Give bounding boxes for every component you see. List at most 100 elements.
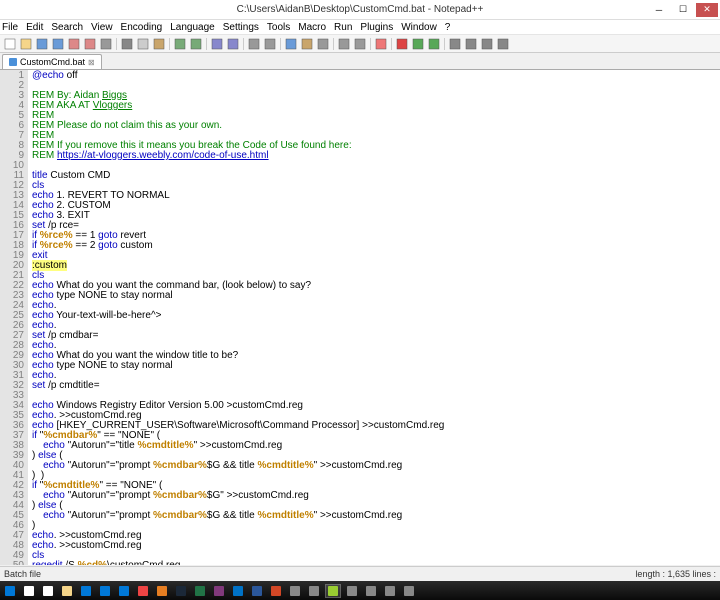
taskbar-excel-icon[interactable] bbox=[192, 584, 208, 598]
toolbar bbox=[0, 35, 720, 53]
replace-icon[interactable] bbox=[226, 37, 240, 51]
taskbar-firefox-icon[interactable] bbox=[154, 584, 170, 598]
taskbar-app1-icon[interactable] bbox=[287, 584, 303, 598]
code-area[interactable]: @echo off REM By: Aidan BiggsREM AKA AT V… bbox=[28, 70, 720, 565]
play-multi-icon[interactable] bbox=[427, 37, 441, 51]
menu-plugins[interactable]: Plugins bbox=[360, 22, 393, 33]
close-all-icon[interactable] bbox=[83, 37, 97, 51]
undo-icon[interactable] bbox=[173, 37, 187, 51]
new-icon[interactable] bbox=[3, 37, 17, 51]
cut-icon[interactable] bbox=[120, 37, 134, 51]
indent-icon[interactable] bbox=[316, 37, 330, 51]
menu-encoding[interactable]: Encoding bbox=[121, 22, 163, 33]
taskbar-outlook-icon[interactable] bbox=[230, 584, 246, 598]
code-line[interactable]: echo type NONE to stay normal bbox=[32, 361, 720, 371]
save-all-icon[interactable] bbox=[51, 37, 65, 51]
menu-language[interactable]: Language bbox=[170, 22, 215, 33]
wrap-icon[interactable] bbox=[284, 37, 298, 51]
document-tab[interactable]: CustomCmd.bat ⊠ bbox=[2, 54, 102, 69]
code-line[interactable]: @echo off bbox=[32, 71, 720, 81]
macro3-icon[interactable] bbox=[480, 37, 494, 51]
close-icon[interactable] bbox=[67, 37, 81, 51]
rec-icon[interactable] bbox=[395, 37, 409, 51]
taskbar-edge-icon[interactable] bbox=[97, 584, 113, 598]
macro2-icon[interactable] bbox=[464, 37, 478, 51]
open-icon[interactable] bbox=[19, 37, 33, 51]
fold-icon[interactable] bbox=[337, 37, 351, 51]
taskbar-task-view-icon[interactable] bbox=[40, 584, 56, 598]
unfold-icon[interactable] bbox=[353, 37, 367, 51]
code-line[interactable]: echo 1. REVERT TO NORMAL bbox=[32, 191, 720, 201]
code-line[interactable]: REM Please do not claim this as your own… bbox=[32, 121, 720, 131]
menu-run[interactable]: Run bbox=[334, 22, 352, 33]
code-line[interactable]: echo 2. CUSTOM bbox=[32, 201, 720, 211]
copy-icon[interactable] bbox=[136, 37, 150, 51]
zoom-out-icon[interactable] bbox=[263, 37, 277, 51]
taskbar-npp-icon[interactable] bbox=[325, 584, 341, 598]
paste-icon[interactable] bbox=[152, 37, 166, 51]
code-line[interactable]: echo "Autorun"="prompt %cmdbar%$G && tit… bbox=[32, 461, 720, 471]
code-line[interactable]: exit bbox=[32, 251, 720, 261]
taskbar-steam-icon[interactable] bbox=[173, 584, 189, 598]
menu-window[interactable]: Window bbox=[401, 22, 437, 33]
editor-area: 1234567891011121314151617181920212223242… bbox=[0, 70, 720, 565]
code-line[interactable]: echo Your-text-will-be-here^> bbox=[32, 311, 720, 321]
taskbar-start-icon[interactable] bbox=[2, 584, 18, 598]
tab-close-icon[interactable]: ⊠ bbox=[88, 58, 95, 67]
minimize-button[interactable]: ─ bbox=[648, 3, 670, 17]
show-all-icon[interactable] bbox=[300, 37, 314, 51]
taskbar-app5-icon[interactable] bbox=[382, 584, 398, 598]
hide-icon[interactable] bbox=[374, 37, 388, 51]
menu-view[interactable]: View bbox=[91, 22, 113, 33]
macro4-icon[interactable] bbox=[496, 37, 510, 51]
taskbar-chrome-icon[interactable] bbox=[135, 584, 151, 598]
status-language: Batch file bbox=[4, 569, 41, 579]
code-line[interactable]: echo. >>customCmd.reg bbox=[32, 541, 720, 551]
menu-edit[interactable]: Edit bbox=[26, 22, 43, 33]
taskbar-search-icon[interactable] bbox=[21, 584, 37, 598]
code-line[interactable]: regedit /S %cd%\customCmd.reg bbox=[32, 561, 720, 565]
code-line[interactable]: REM https://at-vloggers.weebly.com/code-… bbox=[32, 151, 720, 161]
code-line[interactable]: :custom bbox=[32, 261, 720, 271]
save-icon[interactable] bbox=[35, 37, 49, 51]
code-line[interactable] bbox=[32, 161, 720, 171]
menu-help[interactable]: ? bbox=[445, 22, 451, 33]
taskbar-mail-icon[interactable] bbox=[116, 584, 132, 598]
code-line[interactable]: set /p cmdbar= bbox=[32, 331, 720, 341]
code-line[interactable]: echo "Autorun"="title %cmdtitle%" >>cust… bbox=[32, 441, 720, 451]
code-line[interactable] bbox=[32, 81, 720, 91]
menu-settings[interactable]: Settings bbox=[223, 22, 259, 33]
taskbar-onenote-icon[interactable] bbox=[211, 584, 227, 598]
taskbar-app6-icon[interactable] bbox=[401, 584, 417, 598]
code-line[interactable]: echo "Autorun"="prompt %cmdbar%$G && tit… bbox=[32, 511, 720, 521]
code-line[interactable]: REM AKA AT Vloggers bbox=[32, 101, 720, 111]
code-line[interactable]: echo. bbox=[32, 321, 720, 331]
taskbar-app4-icon[interactable] bbox=[363, 584, 379, 598]
taskbar-explorer-icon[interactable] bbox=[59, 584, 75, 598]
menu-tools[interactable]: Tools bbox=[267, 22, 290, 33]
taskbar-store-icon[interactable] bbox=[78, 584, 94, 598]
play-icon[interactable] bbox=[411, 37, 425, 51]
zoom-in-icon[interactable] bbox=[247, 37, 261, 51]
menu-search[interactable]: Search bbox=[51, 22, 83, 33]
redo-icon[interactable] bbox=[189, 37, 203, 51]
code-line[interactable]: echo "Autorun"="prompt %cmdbar%$G" >>cus… bbox=[32, 491, 720, 501]
code-line[interactable]: title Custom CMD bbox=[32, 171, 720, 181]
code-line[interactable]: REM By: Aidan Biggs bbox=[32, 91, 720, 101]
code-line[interactable]: if %rce% == 2 goto custom bbox=[32, 241, 720, 251]
code-line[interactable]: echo. bbox=[32, 371, 720, 381]
close-button[interactable]: ✕ bbox=[696, 3, 718, 17]
code-line[interactable]: echo 3. EXIT bbox=[32, 211, 720, 221]
maximize-button[interactable]: ☐ bbox=[672, 3, 694, 17]
taskbar-app3-icon[interactable] bbox=[344, 584, 360, 598]
find-icon[interactable] bbox=[210, 37, 224, 51]
code-line[interactable]: set /p cmdtitle= bbox=[32, 381, 720, 391]
taskbar-powerpoint-icon[interactable] bbox=[268, 584, 284, 598]
code-line[interactable]: echo type NONE to stay normal bbox=[32, 291, 720, 301]
taskbar-app2-icon[interactable] bbox=[306, 584, 322, 598]
taskbar-word-icon[interactable] bbox=[249, 584, 265, 598]
menu-macro[interactable]: Macro bbox=[298, 22, 326, 33]
macro1-icon[interactable] bbox=[448, 37, 462, 51]
print-icon[interactable] bbox=[99, 37, 113, 51]
menu-file[interactable]: File bbox=[2, 22, 18, 33]
